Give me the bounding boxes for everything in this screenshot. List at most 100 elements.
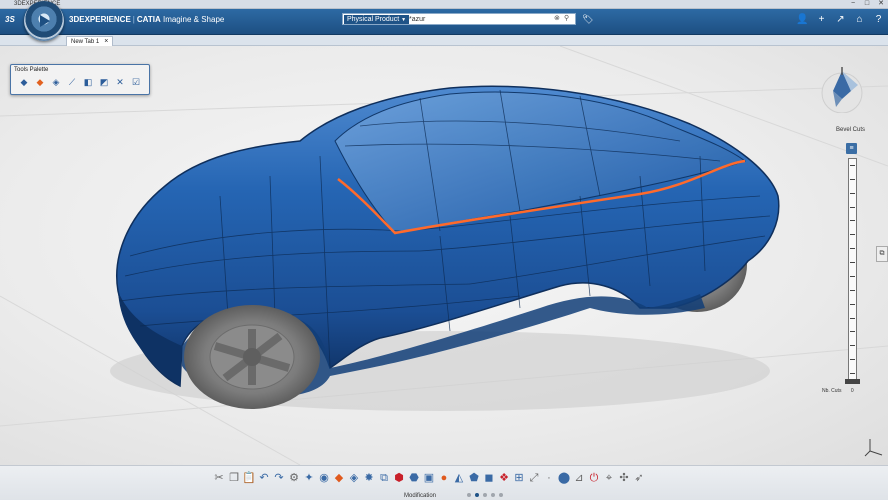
- tools-palette-row: ◆ ◆ ◈ ⟋ ◧ ◩ ✕ ☑: [11, 74, 149, 91]
- sphere-icon[interactable]: ●: [437, 469, 451, 487]
- subdivide-icon[interactable]: ◉: [317, 469, 331, 487]
- slider-tick: [850, 262, 855, 264]
- help-button[interactable]: ?: [872, 13, 885, 26]
- compass-icon[interactable]: ✣: [617, 469, 631, 487]
- action-bar-pager[interactable]: [467, 493, 503, 497]
- slider-tick: [850, 275, 855, 277]
- xyz-icon[interactable]: ⌖: [602, 469, 616, 487]
- bevel-cuts-slider[interactable]: [848, 158, 857, 380]
- pager-dot[interactable]: [491, 493, 495, 497]
- grid-icon[interactable]: ⊞: [512, 469, 526, 487]
- slider-thumb[interactable]: [845, 379, 860, 384]
- slider-tick: [850, 317, 855, 319]
- pager-dot[interactable]: [475, 493, 479, 497]
- undo-icon[interactable]: ↶: [257, 469, 271, 487]
- bevel-cuts-label: Bevel Cuts: [836, 127, 866, 133]
- slider-tick: [850, 234, 855, 236]
- action-bar-section-label: Modification: [404, 493, 437, 499]
- 3d-compass-button[interactable]: [24, 1, 64, 41]
- nb-cuts-readout: Nb. Cuts 0: [822, 388, 854, 394]
- home-button[interactable]: ⌂: [853, 13, 866, 26]
- slider-tick: [850, 331, 855, 333]
- fill-icon[interactable]: ◭: [452, 469, 466, 487]
- pager-dot[interactable]: [467, 493, 471, 497]
- crease-icon[interactable]: ✸: [362, 469, 376, 487]
- search-input[interactable]: [409, 14, 549, 24]
- minimize-button[interactable]: −: [846, 0, 860, 8]
- transform-icon[interactable]: ✦: [302, 469, 316, 487]
- scale-icon[interactable]: ⤢: [527, 469, 541, 487]
- add-button[interactable]: +: [815, 13, 828, 26]
- pattern-icon[interactable]: ❖: [497, 469, 511, 487]
- tab-label: New Tab 1: [71, 39, 100, 45]
- face-tool[interactable]: ◩: [97, 76, 111, 89]
- validate-tool[interactable]: ☑: [129, 76, 143, 89]
- brand-title: 3DEXPERIENCE | CATIA Imagine & Shape: [69, 15, 224, 24]
- bevel-icon[interactable]: ◈: [347, 469, 361, 487]
- slider-tick: [850, 220, 855, 222]
- copy-icon[interactable]: ❐: [227, 469, 241, 487]
- slider-tick: [850, 289, 855, 291]
- slider-tick: [850, 373, 855, 374]
- side-panel-toggle[interactable]: ⧉: [876, 246, 888, 262]
- symmetry-icon[interactable]: ⧉: [377, 469, 391, 487]
- cube-icon[interactable]: ◼: [482, 469, 496, 487]
- compass-robot-icon[interactable]: [818, 67, 866, 113]
- extrude-icon[interactable]: ◆: [332, 469, 346, 487]
- subdivision-tool[interactable]: ◈: [49, 76, 63, 89]
- maximize-button[interactable]: □: [860, 0, 874, 8]
- render-icon[interactable]: ⬤: [557, 469, 571, 487]
- share-button[interactable]: ↗: [834, 13, 847, 26]
- app-header: 3S 3DEXPERIENCE | CATIA Imagine & Shape Ph…: [0, 9, 888, 35]
- pointer-icon[interactable]: ➶: [632, 469, 646, 487]
- settings-icon[interactable]: ⚙: [287, 469, 301, 487]
- slider-menu-icon[interactable]: ≡: [846, 143, 857, 154]
- symmetry-tool[interactable]: ✕: [113, 76, 127, 89]
- search-icon[interactable]: ⚲: [564, 14, 569, 24]
- slider-tick: [850, 359, 855, 361]
- action-bar-icons: ✂ ❐ 📋 ↶ ↷ ⚙ ✦ ◉ ◆ ◈ ✸ ⧉ ⬢ ⬣ ▣ ● ◭ ⬟ ◼ ❖ ⊞ ⤢ · ⬤ ⊿ ⏻ ⌖ ✣ ➶: [212, 469, 646, 487]
- close-tab-icon[interactable]: ×: [104, 38, 108, 45]
- sep-icon[interactable]: ·: [542, 469, 556, 487]
- axis-triad-icon: [864, 439, 883, 457]
- ds-logo: 3S: [5, 15, 15, 24]
- action-bar: ✂ ❐ 📋 ↶ ↷ ⚙ ✦ ◉ ◆ ◈ ✸ ⧉ ⬢ ⬣ ▣ ● ◭ ⬟ ◼ ❖ ⊞ ⤢ · ⬤ ⊿ ⏻ ⌖ ✣ ➶ Modificati…: [0, 465, 888, 500]
- pager-dot[interactable]: [483, 493, 487, 497]
- tools-palette[interactable]: Tools Palette ◆ ◆ ◈ ⟋ ◧ ◩ ✕ ☑: [10, 64, 150, 95]
- measure-icon[interactable]: ⊿: [572, 469, 586, 487]
- 3d-viewport[interactable]: [0, 46, 888, 465]
- tab-new-tab-1[interactable]: New Tab 1 ×: [66, 36, 114, 46]
- nb-cuts-value: 0: [850, 388, 854, 394]
- pager-dot[interactable]: [499, 493, 503, 497]
- merge-icon[interactable]: ⬟: [467, 469, 481, 487]
- brand-name: 3DEXPERIENCE: [69, 15, 131, 24]
- slider-tick: [850, 178, 855, 180]
- search-bar: Physical Product▼ ⊗ ⚲: [342, 13, 576, 25]
- move-tool[interactable]: ◆: [33, 76, 47, 89]
- cage-icon[interactable]: ▣: [422, 469, 436, 487]
- power-icon[interactable]: ⏻: [587, 469, 601, 487]
- curve-tool[interactable]: ⟋: [65, 76, 79, 89]
- tools-palette-title: Tools Palette: [14, 67, 49, 73]
- weight-icon[interactable]: ⬣: [407, 469, 421, 487]
- slider-tick: [850, 345, 855, 347]
- slider-tick: [850, 303, 855, 305]
- cut-icon[interactable]: ✂: [212, 469, 226, 487]
- slider-tick: [850, 192, 855, 194]
- close-window-button[interactable]: ✕: [874, 0, 888, 8]
- brand-app: CATIA: [136, 15, 161, 24]
- tab-strip: New Tab 1 ×: [0, 35, 888, 46]
- search-scope-label: Physical Product: [347, 16, 400, 23]
- paste-icon[interactable]: 📋: [242, 469, 256, 487]
- profile-button[interactable]: 👤: [796, 13, 809, 26]
- attract-icon[interactable]: ⬢: [392, 469, 406, 487]
- edge-tool[interactable]: ◧: [81, 76, 95, 89]
- search-scope-dropdown[interactable]: Physical Product ▼: [344, 15, 410, 24]
- car-model-scene[interactable]: [0, 46, 888, 465]
- chevron-down-icon: ▼: [401, 17, 407, 23]
- redo-icon[interactable]: ↷: [272, 469, 286, 487]
- slider-tick: [850, 206, 855, 208]
- tag-icon[interactable]: 🏷: [582, 14, 593, 25]
- clear-search-icon[interactable]: ⊗: [554, 14, 560, 24]
- select-tool[interactable]: ◆: [17, 76, 31, 89]
